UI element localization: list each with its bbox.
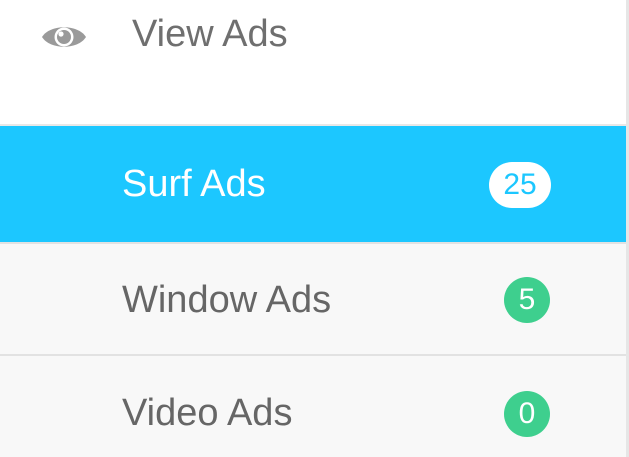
menu-header-label: View Ads <box>132 13 288 55</box>
sidebar-ads-menu: View Ads Surf Ads 25 Window Ads 5 Video … <box>0 0 629 457</box>
menu-header-view-ads[interactable]: View Ads <box>0 0 626 124</box>
sidebar-item-label: Surf Ads <box>122 163 266 205</box>
sidebar-item-label: Window Ads <box>122 279 332 321</box>
sidebar-item-label: Video Ads <box>122 392 293 434</box>
count-badge: 25 <box>489 162 551 208</box>
sidebar-item-surf-ads[interactable]: Surf Ads 25 <box>0 126 626 242</box>
sidebar-item-video-ads[interactable]: Video Ads 0 <box>0 356 626 457</box>
eye-icon <box>42 27 86 47</box>
count-badge: 5 <box>504 277 550 323</box>
count-badge: 0 <box>504 391 550 437</box>
sidebar-item-window-ads[interactable]: Window Ads 5 <box>0 244 626 354</box>
